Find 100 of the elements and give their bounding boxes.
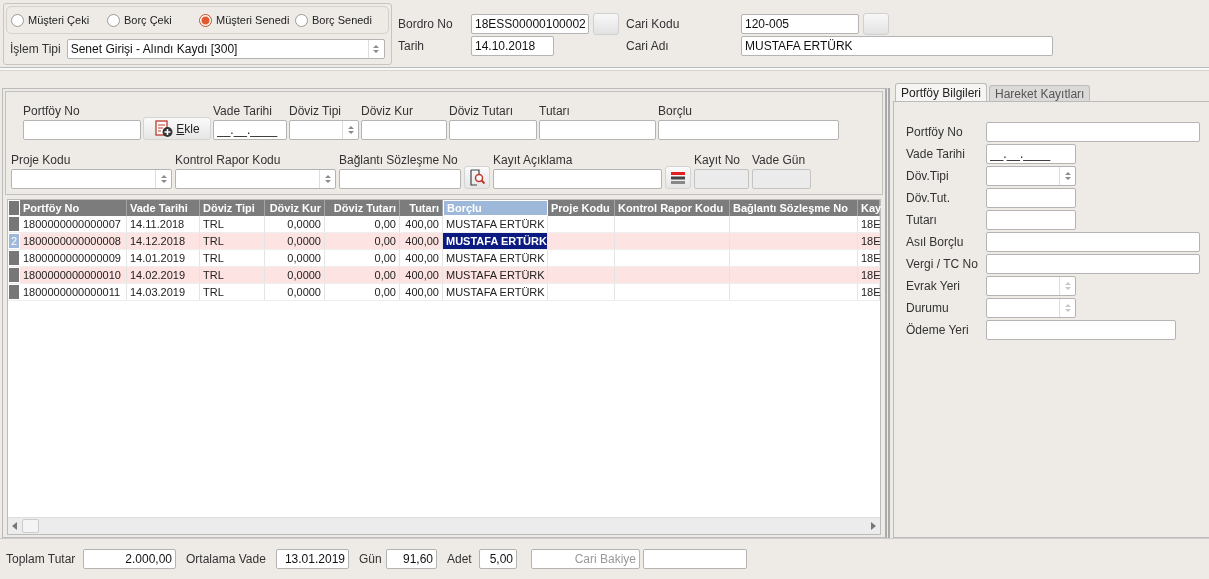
browse-button[interactable] — [593, 13, 619, 35]
text-field[interactable] — [539, 120, 656, 140]
date-field[interactable]: 14.10.2018 — [471, 36, 554, 56]
search-button[interactable] — [464, 166, 490, 189]
field-label: Döviz Tipi — [289, 104, 342, 118]
text-field[interactable] — [449, 120, 537, 140]
radio-option[interactable]: Borç Çeki — [107, 13, 199, 27]
table-cell: 0,0000 — [265, 267, 325, 283]
text-field[interactable] — [23, 120, 141, 140]
menu-icon — [671, 171, 685, 184]
dropdown-field[interactable] — [986, 165, 1076, 186]
text-field[interactable] — [643, 549, 747, 569]
dropdown-field[interactable]: Senet Girişi - Alındı Kaydı [300] — [66, 39, 385, 59]
dropdown-field[interactable] — [175, 169, 336, 189]
date-field[interactable]: __.__.____ — [986, 143, 1076, 164]
table-cell: 400,00 — [400, 267, 443, 283]
dropdown-field[interactable] — [289, 120, 359, 140]
field-label: Asıl Borçlu — [906, 234, 965, 249]
field-label: Kayıt No — [694, 153, 742, 167]
table-cell: 0,00 — [325, 250, 400, 266]
column-header[interactable]: Kontrol Rapor Kodu — [615, 200, 730, 216]
field-label: Tutarı — [539, 104, 571, 118]
radio-option[interactable]: Müşteri Senedi — [199, 13, 295, 27]
text-field[interactable]: MUSTAFA ERTÜRK — [741, 36, 1053, 56]
text-field[interactable]: 13.01.2019 — [276, 549, 349, 569]
text-field[interactable] — [986, 121, 1200, 142]
field-label: Vergi / TC No — [906, 256, 979, 271]
radio-label: Müşteri Çeki — [28, 14, 90, 26]
readonly-field — [752, 169, 811, 189]
row-indicator[interactable] — [8, 216, 20, 232]
text-field[interactable] — [986, 231, 1200, 252]
scroll-right-icon[interactable] — [870, 522, 876, 530]
field-label: Ödeme Yeri — [906, 322, 970, 337]
row-indicator[interactable] — [8, 284, 20, 300]
tab[interactable]: Portföy Bilgileri — [895, 83, 988, 101]
table-cell: TRL — [200, 250, 265, 266]
add-button[interactable]: Ekle — [143, 117, 211, 140]
radio-button[interactable] — [199, 13, 212, 27]
table-cell: MUSTAFA ERTÜRK — [443, 267, 548, 283]
radio-label: Müşteri Senedi — [216, 14, 290, 26]
column-header[interactable]: Portföy No — [20, 200, 127, 216]
text-field[interactable]: 2.000,00 — [83, 549, 176, 569]
text-field[interactable]: 18ESS00000100002 — [471, 14, 589, 34]
column-header[interactable]: Kay — [858, 200, 880, 216]
table-cell: 1800000000000011 — [20, 284, 127, 300]
radio-label: Borç Senedi — [312, 14, 372, 26]
text-field[interactable]: Cari Bakiye — [531, 549, 640, 569]
column-header[interactable]: Döviz Kur — [265, 200, 325, 216]
radio-option[interactable]: Borç Senedi — [295, 13, 372, 27]
text-field[interactable]: 5,00 — [479, 549, 517, 569]
table-cell: 18E — [858, 216, 880, 232]
column-header[interactable]: Döviz Tutarı — [325, 200, 400, 216]
field-label: Durumu — [906, 300, 950, 315]
radio-option[interactable]: Müşteri Çeki — [11, 13, 107, 27]
text-field[interactable] — [361, 120, 447, 140]
column-header[interactable]: Bağlantı Sözleşme No — [730, 200, 858, 216]
radio-button[interactable] — [107, 13, 120, 27]
radio-label: Borç Çeki — [124, 14, 172, 26]
table-cell: 400,00 — [400, 216, 443, 232]
radio-button[interactable] — [295, 13, 308, 27]
row-indicator[interactable] — [8, 267, 20, 283]
field-label: Tarih — [398, 39, 425, 53]
text-field[interactable] — [658, 120, 839, 140]
radio-button[interactable] — [11, 13, 24, 27]
text-field[interactable] — [986, 209, 1076, 230]
text-field[interactable] — [493, 169, 662, 189]
field-label: Portföy No — [23, 104, 81, 118]
field-label: Cari Adı — [626, 39, 670, 53]
column-header[interactable]: Proje Kodu — [548, 200, 615, 216]
text-field[interactable]: 91,60 — [386, 549, 437, 569]
horizontal-scrollbar[interactable] — [8, 517, 880, 534]
table-cell: 14.03.2019 — [127, 284, 200, 300]
table-cell: 14.12.2018 — [127, 233, 200, 249]
browse-button[interactable] — [863, 13, 889, 35]
table-cell: 14.11.2018 — [127, 216, 200, 232]
table-cell: 0,00 — [325, 284, 400, 300]
column-header[interactable]: Vade Tarihi — [127, 200, 200, 216]
text-field[interactable] — [986, 319, 1176, 340]
text-field[interactable] — [986, 187, 1076, 208]
dropdown-field[interactable] — [11, 169, 172, 189]
text-field[interactable] — [986, 253, 1200, 274]
field-label: Adet — [447, 552, 473, 566]
table-cell: 1800000000000008 — [20, 233, 127, 249]
list-button[interactable] — [665, 166, 691, 189]
column-header[interactable]: Döviz Tipi — [200, 200, 265, 216]
table-cell: 0,00 — [325, 216, 400, 232]
text-field[interactable] — [339, 169, 461, 189]
table-cell: 400,00 — [400, 284, 443, 300]
row-indicator[interactable] — [8, 250, 20, 266]
field-label: Döv.Tipi — [906, 168, 950, 183]
date-field[interactable]: __.__.____ — [213, 120, 287, 140]
scroll-left-icon[interactable] — [12, 522, 18, 530]
table-cell: MUSTAFA ERTÜRK — [443, 250, 548, 266]
field-label: Vade Tarihi — [906, 146, 966, 161]
field-label: İşlem Tipi — [10, 42, 61, 56]
text-field[interactable]: 120-005 — [741, 14, 859, 34]
table-cell: 0,00 — [325, 267, 400, 283]
scrollbar-thumb[interactable] — [22, 519, 39, 533]
field-label: Döviz Kur — [361, 104, 414, 118]
tab[interactable]: Hareket Kayıtları — [989, 85, 1091, 101]
